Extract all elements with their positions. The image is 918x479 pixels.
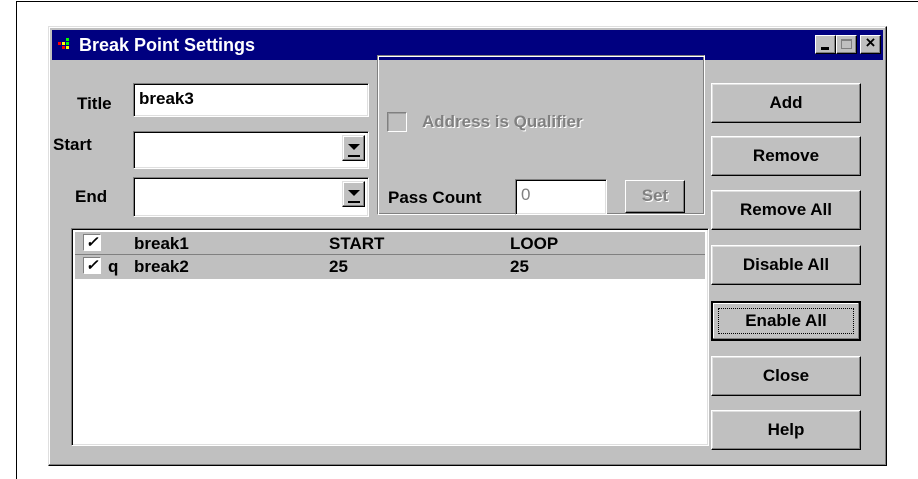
breakpoint-start: 25 bbox=[329, 257, 348, 276]
breakpoint-name: break2 bbox=[134, 257, 189, 276]
remove-button[interactable]: Remove bbox=[711, 136, 861, 176]
frame-line-top bbox=[16, 1, 918, 2]
break-point-settings-dialog: Break Point Settings × Title break3 Star… bbox=[48, 26, 887, 466]
enable-checkbox[interactable]: ✓ bbox=[83, 234, 101, 251]
breakpoint-start: START bbox=[329, 234, 385, 253]
pass-count-label: Pass Count bbox=[388, 188, 482, 207]
title-input[interactable]: break3 bbox=[133, 83, 369, 117]
list-item[interactable]: ✓ break1 START LOOP bbox=[75, 232, 705, 255]
chevron-down-icon bbox=[348, 190, 360, 196]
list-item[interactable]: ✓ q break2 25 25 bbox=[75, 255, 705, 279]
frame-line-left bbox=[16, 1, 17, 479]
end-dropdown-button[interactable] bbox=[342, 181, 365, 207]
title-input-value: break3 bbox=[139, 89, 194, 108]
pass-count-value: 0 bbox=[521, 185, 531, 204]
end-label: End bbox=[75, 187, 108, 206]
add-button[interactable]: Add bbox=[711, 83, 861, 123]
maximize-button[interactable] bbox=[836, 35, 857, 54]
minimize-button[interactable] bbox=[815, 35, 836, 54]
help-button[interactable]: Help bbox=[711, 410, 861, 450]
breakpoint-list[interactable]: ✓ break1 START LOOP ✓ q break2 25 25 bbox=[71, 228, 709, 446]
remove-all-button[interactable]: Remove All bbox=[711, 190, 861, 230]
close-button[interactable]: Close bbox=[711, 356, 861, 396]
close-window-button[interactable]: × bbox=[860, 33, 881, 54]
pass-count-input[interactable]: 0 bbox=[515, 179, 607, 215]
breakpoint-end: LOOP bbox=[510, 234, 559, 253]
qualifier-flag: q bbox=[108, 257, 119, 276]
chevron-down-icon bbox=[348, 144, 360, 150]
qualifier-group: Address is Qualifier Pass Count 0 Set bbox=[377, 55, 705, 215]
start-label: Start bbox=[53, 135, 92, 154]
address-qualifier-checkbox[interactable] bbox=[387, 112, 407, 132]
address-qualifier-label: Address is Qualifier bbox=[422, 112, 583, 131]
enable-all-button[interactable]: Enable All bbox=[711, 301, 861, 341]
breakpoint-end: 25 bbox=[510, 257, 529, 276]
minimize-icon bbox=[821, 47, 829, 50]
end-combobox[interactable] bbox=[133, 177, 369, 217]
enable-checkbox[interactable]: ✓ bbox=[83, 257, 101, 274]
breakpoint-app-icon bbox=[58, 38, 72, 52]
window-title: Break Point Settings bbox=[79, 35, 256, 55]
close-icon: × bbox=[865, 33, 876, 52]
start-dropdown-button[interactable] bbox=[342, 135, 365, 161]
start-combobox[interactable] bbox=[133, 131, 369, 169]
focus-ring bbox=[718, 308, 854, 334]
maximize-icon bbox=[841, 39, 852, 49]
title-label: Title bbox=[77, 94, 112, 113]
disable-all-button[interactable]: Disable All bbox=[711, 245, 861, 285]
breakpoint-name: break1 bbox=[134, 234, 189, 253]
set-button[interactable]: Set bbox=[625, 180, 685, 213]
